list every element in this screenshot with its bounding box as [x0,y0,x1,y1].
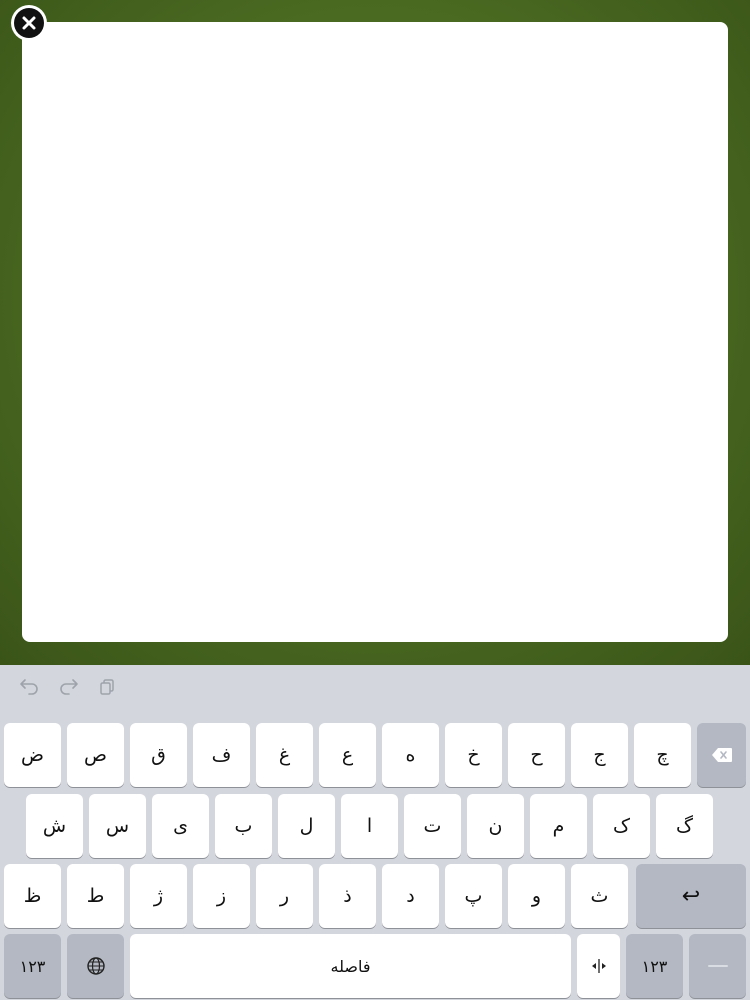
key-label: ف [211,744,232,766]
space-key-label: فاصله [330,956,371,976]
key-label: ل [299,815,314,837]
close-button[interactable] [11,5,47,41]
keyboard-shortcut-bar [0,665,750,709]
key-row1-5[interactable]: ع [319,723,376,787]
key-row2-5[interactable]: ا [341,794,398,858]
key-label: ج [593,744,606,766]
key-label: ن [488,815,503,837]
key-row2-7[interactable]: ن [467,794,524,858]
drawing-canvas[interactable] [22,22,728,642]
key-label: و [531,885,542,907]
key-label: ه [405,744,416,766]
key-label: ش [42,815,67,837]
keyboard-hide-icon [707,965,728,967]
key-row1-2[interactable]: ق [130,723,187,787]
key-row3-2[interactable]: ژ [130,864,187,928]
key-row1-10[interactable]: چ [634,723,691,787]
key-row1-7[interactable]: خ [445,723,502,787]
key-row2-8[interactable]: م [530,794,587,858]
return-key[interactable]: ↩ [636,864,746,928]
undo-icon[interactable] [17,675,41,699]
key-row2-10[interactable]: گ [656,794,713,858]
key-row2-0[interactable]: ش [26,794,83,858]
backspace-icon [711,748,732,762]
key-label: ک [612,815,630,837]
key-label: ی [173,815,188,837]
key-row3-0[interactable]: ظ [4,864,61,928]
key-row1-3[interactable]: ف [193,723,250,787]
key-label: ذ [343,885,352,907]
key-label: گ [675,815,693,837]
key-row3-4[interactable]: ر [256,864,313,928]
key-row1-4[interactable]: غ [256,723,313,787]
key-label: ص [84,744,107,766]
key-row1-1[interactable]: ص [67,723,124,787]
key-row3-1[interactable]: ط [67,864,124,928]
keyboard: ↩ ١٢٣ فاصله ١٢٣ ض ص ق ف غ ع ه خ ح ج چ ش س ی ب ل ا ت ن م ک گ ظ ط… [0,665,750,1000]
close-icon [14,8,44,38]
key-label: پ [464,885,483,907]
return-icon: ↩ [681,883,701,909]
paste-icon[interactable] [96,675,120,699]
key-label: خ [467,744,480,766]
globe-icon [86,957,105,975]
key-label: ث [590,885,609,907]
key-row3-9[interactable]: ث [571,864,628,928]
key-row2-4[interactable]: ل [278,794,335,858]
key-row1-8[interactable]: ح [508,723,565,787]
globe-key[interactable] [67,934,124,998]
key-label: ا [366,815,373,837]
key-label: ض [21,744,44,766]
key-row2-1[interactable]: س [89,794,146,858]
dismiss-keyboard-key[interactable] [689,934,746,998]
key-label: چ [656,744,669,766]
key-row2-3[interactable]: ب [215,794,272,858]
numbers-key-right[interactable]: ١٢٣ [626,934,683,998]
key-label: ط [86,885,105,907]
key-label: ح [530,744,543,766]
key-label: م [552,815,565,837]
key-label: ق [151,744,166,766]
backspace-key[interactable] [697,723,746,787]
key-row2-2[interactable]: ی [152,794,209,858]
key-label: د [406,885,415,907]
cursor-move-icon [591,959,606,973]
key-row1-6[interactable]: ه [382,723,439,787]
key-row2-6[interactable]: ت [404,794,461,858]
key-label: ت [423,815,442,837]
key-label: ژ [153,885,164,907]
key-row2-9[interactable]: ک [593,794,650,858]
numbers-key-label: ١٢٣ [641,956,668,976]
redo-icon[interactable] [57,675,81,699]
key-label: ز [216,885,227,907]
key-label: ظ [23,885,42,907]
key-label: س [105,815,130,837]
key-row1-9[interactable]: ج [571,723,628,787]
numbers-key-left[interactable]: ١٢٣ [4,934,61,998]
key-label: ب [234,815,253,837]
key-label: غ [278,744,291,766]
key-row1-0[interactable]: ض [4,723,61,787]
cursor-direction-key[interactable] [577,934,620,998]
key-label: ع [341,744,354,766]
key-label: ر [279,885,290,907]
key-row3-7[interactable]: پ [445,864,502,928]
space-key[interactable]: فاصله [130,934,571,998]
key-row3-5[interactable]: ذ [319,864,376,928]
numbers-key-label: ١٢٣ [19,956,46,976]
key-row3-3[interactable]: ز [193,864,250,928]
key-row3-6[interactable]: د [382,864,439,928]
key-row3-8[interactable]: و [508,864,565,928]
